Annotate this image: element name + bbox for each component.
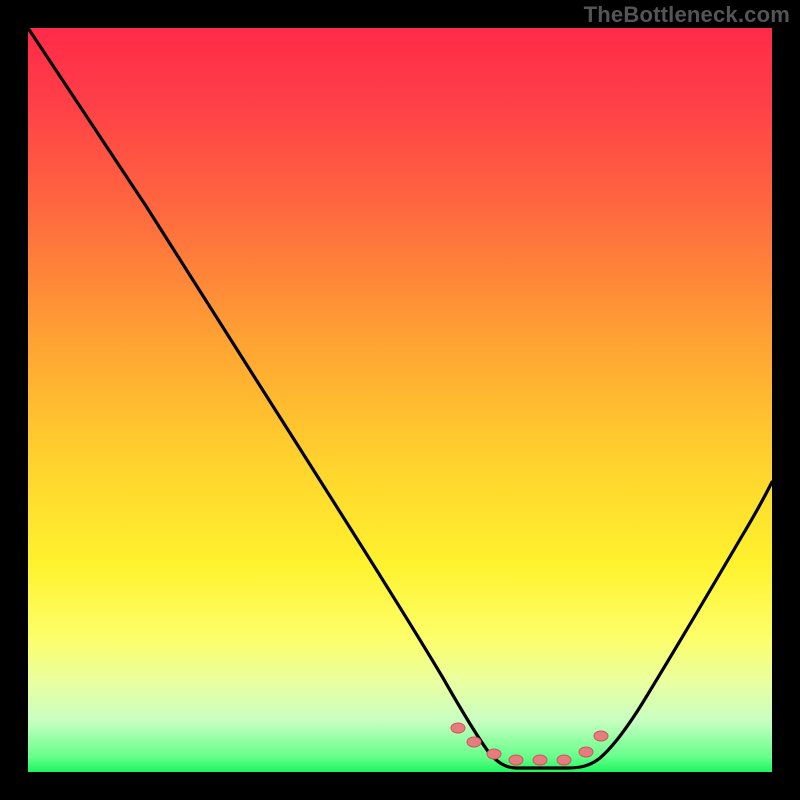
marker-dot: [533, 755, 547, 765]
marker-dot: [487, 749, 501, 759]
chart-svg: [28, 28, 772, 772]
bottleneck-curve: [28, 28, 772, 768]
marker-dot: [579, 747, 593, 757]
marker-dot: [451, 723, 465, 733]
marker-dot: [509, 755, 523, 765]
plot-area: [28, 28, 772, 772]
watermark-text: TheBottleneck.com: [584, 2, 790, 28]
chart-frame: TheBottleneck.com: [0, 0, 800, 800]
marker-dot: [467, 737, 481, 747]
marker-dot: [594, 731, 608, 741]
marker-dot: [557, 755, 571, 765]
